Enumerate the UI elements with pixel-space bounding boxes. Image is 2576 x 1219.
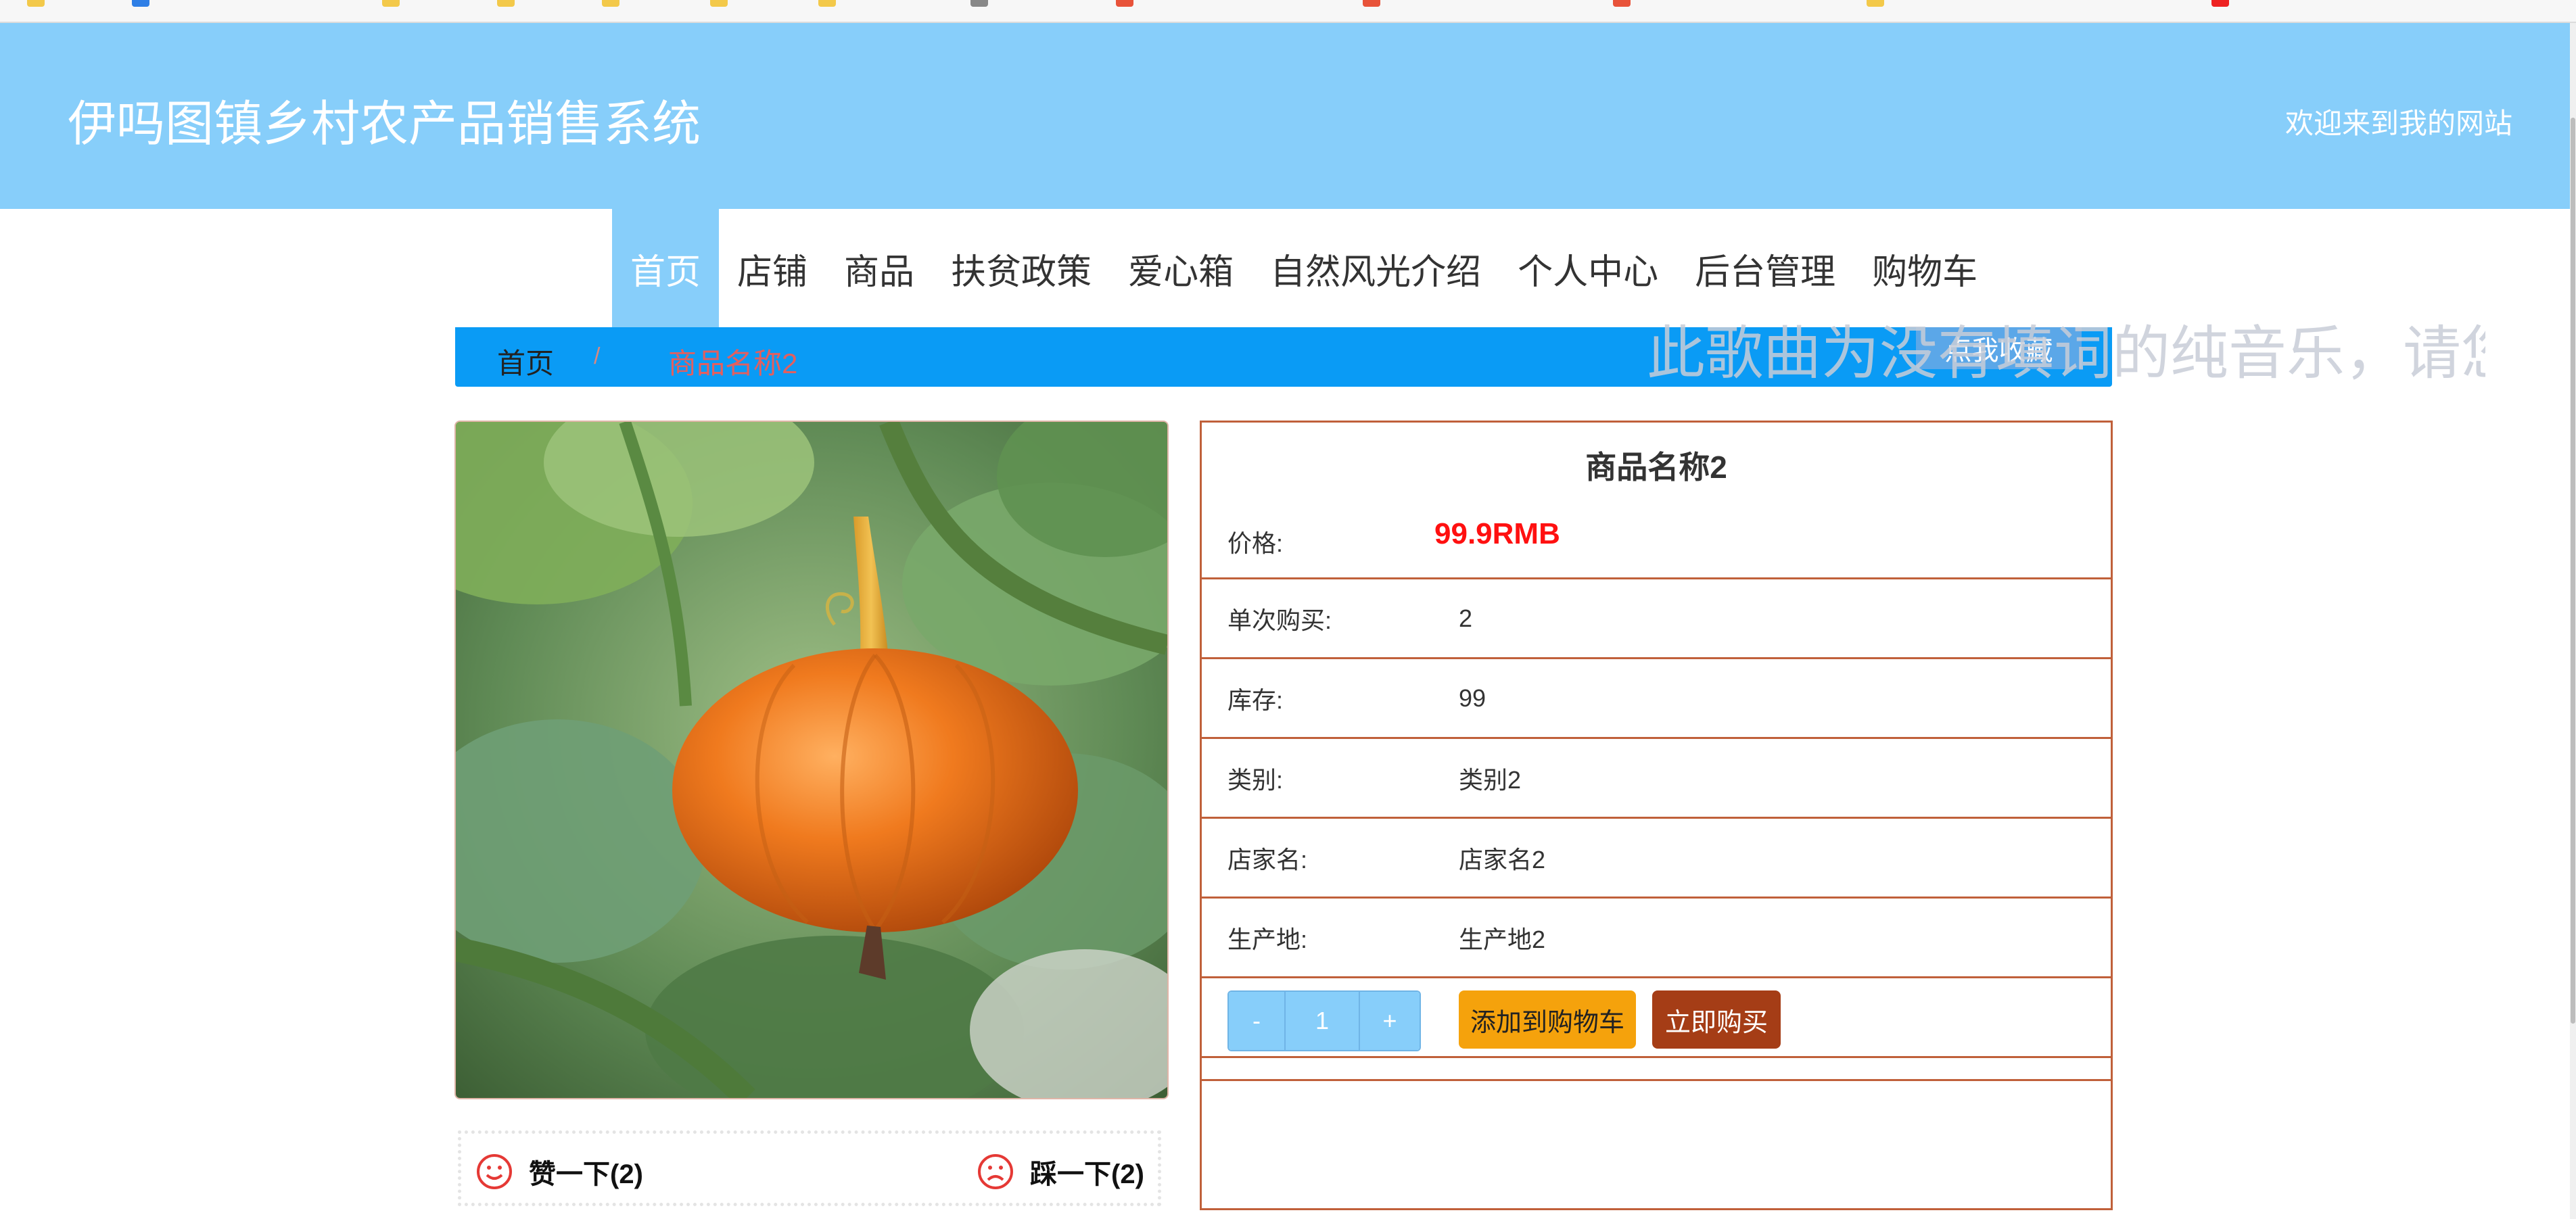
scrollbar-thumb[interactable] [2571,118,2575,1024]
vote-box: 赞一下(2) 踩一下(2) [458,1130,1161,1206]
row-value: 2 [1459,604,1473,632]
nav-item-scenery[interactable]: 自然风光介绍 [1252,208,1499,329]
quantity-input[interactable]: 1 [1286,992,1360,1050]
page-scrollbar[interactable] [2570,23,2576,1219]
site-header: 伊吗图镇乡村农产品销售系统 欢迎来到我的网站 [0,23,2570,209]
nav-item-charity-box[interactable]: 爱心箱 [1110,208,1252,329]
row-label: 类别: [1227,765,1284,794]
like-label: 赞一下(2) [529,1160,643,1189]
quantity-stepper: - 1 + [1227,990,1421,1051]
nav-item-products[interactable]: 商品 [826,208,933,329]
bookmark-icon[interactable] [970,0,988,7]
row-label: 库存: [1227,686,1284,714]
bookmark-folder-icon[interactable] [1867,0,1884,7]
bookmark-icon[interactable] [1363,0,1380,7]
quantity-increase-button[interactable]: + [1360,992,1420,1050]
frown-icon [978,1154,1013,1189]
dislike-button[interactable]: 踩一下(2) [977,1151,1144,1192]
like-button[interactable]: 赞一下(2) [476,1151,643,1192]
nav-item-shops[interactable]: 店铺 [719,208,826,329]
nav-item-admin[interactable]: 后台管理 [1677,208,1854,329]
bookmark-folder-icon[interactable] [818,0,836,7]
bookmark-folder-icon[interactable] [602,0,619,7]
row-label: 生产地: [1227,925,1308,953]
product-info-table: 商品名称2 价格: 99.9RMB 单次购买: 2 库存: 99 类别: 类别2… [1200,421,2113,1210]
price-row: 价格: 99.9RMB [1202,490,2111,579]
bookmark-icon[interactable] [1613,0,1631,7]
nav-item-poverty-policy[interactable]: 扶贫政策 [933,208,1110,329]
breadcrumb-home-link[interactable]: 首页 [497,341,554,382]
smile-icon [477,1154,512,1189]
dislike-label: 踩一下(2) [1030,1160,1144,1189]
row-value: 类别2 [1459,765,1522,794]
row-value: 99 [1459,684,1486,712]
price-value: 99.9RMB [1434,517,1560,550]
row-value: 生产地2 [1459,925,1546,953]
bookmark-folder-icon[interactable] [710,0,728,7]
bookmark-folder-icon[interactable] [27,0,45,7]
nav-item-home[interactable]: 首页 [612,208,720,329]
buy-now-button[interactable]: 立即购买 [1652,990,1781,1049]
music-marquee-text: 此歌曲为没有填词的纯音乐，请您 [1647,321,2485,386]
category-row: 类别: 类别2 [1202,739,2111,819]
actions-row: - 1 + 添加到购物车 立即购买 [1202,978,2111,1058]
bookmark-folder-icon[interactable] [382,0,400,7]
purchase-limit-row: 单次购买: 2 [1202,579,2111,659]
main-nav: 首页 店铺 商品 扶贫政策 爱心箱 自然风光介绍 个人中心 后台管理 购物车 [612,208,1996,329]
bookmark-folder-icon[interactable] [497,0,515,7]
site-title: 伊吗图镇乡村农产品销售系统 [68,97,701,151]
quantity-decrease-button[interactable]: - [1229,992,1286,1050]
price-label: 价格: [1227,529,1284,557]
bookmark-icon[interactable] [132,0,149,7]
add-to-cart-button[interactable]: 添加到购物车 [1459,990,1636,1049]
nav-item-cart[interactable]: 购物车 [1854,208,1996,329]
shop-name-row: 店家名: 店家名2 [1202,819,2111,899]
browser-bookmark-bar [0,0,2576,23]
bookmark-icon[interactable] [1116,0,1133,7]
breadcrumb-separator: / [594,343,601,369]
stock-row: 库存: 99 [1202,659,2111,739]
product-image [454,421,1169,1099]
row-label: 店家名: [1227,845,1308,874]
breadcrumb-current: 商品名称2 [668,348,798,379]
bookmark-icon[interactable] [2211,0,2229,7]
product-title: 商品名称2 [1585,450,1727,485]
empty-row [1202,1058,2111,1081]
row-label: 单次购买: [1227,606,1332,634]
nav-item-profile[interactable]: 个人中心 [1499,208,1677,329]
origin-row: 生产地: 生产地2 [1202,899,2111,978]
welcome-text: 欢迎来到我的网站 [2285,107,2512,139]
row-value: 店家名2 [1459,845,1546,874]
